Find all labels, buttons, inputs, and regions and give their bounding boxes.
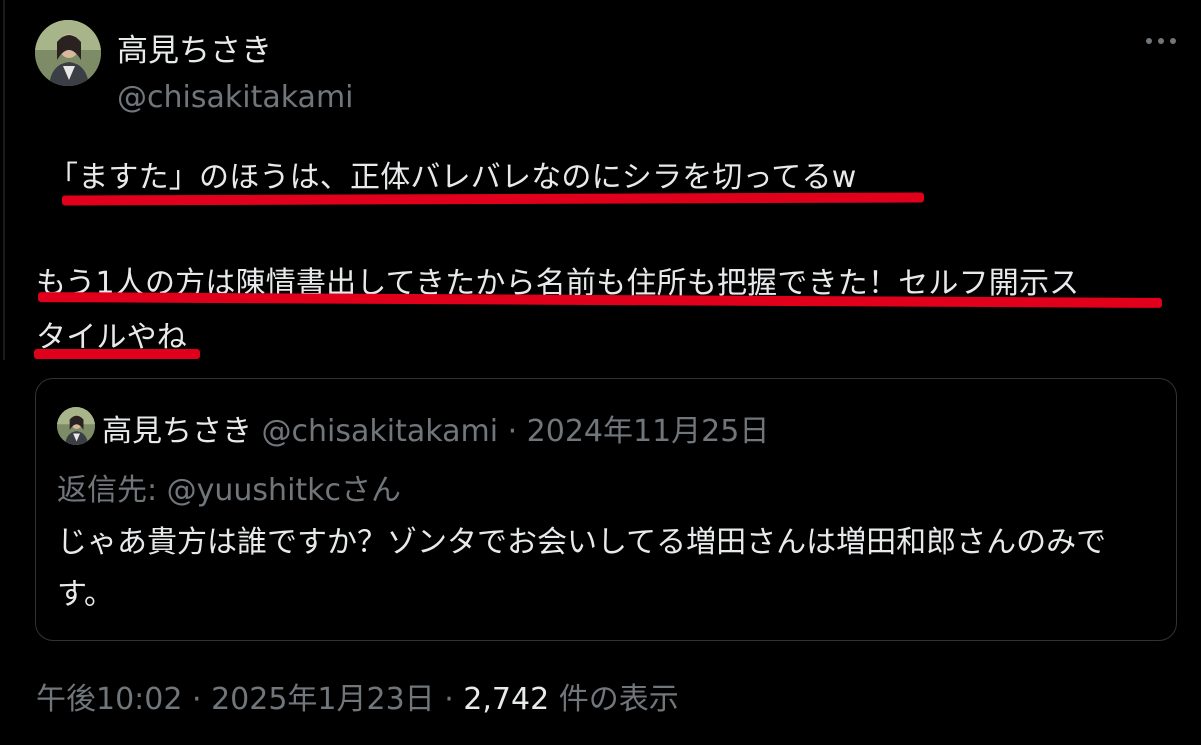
quoted-avatar: [57, 407, 95, 445]
quoted-text: じゃあ貴方は誰ですか？ゾンタでお会いしてる増田さんは増田和郎さんのみです。: [57, 525, 1107, 612]
quoted-reply-to: 返信先: @yuushitkcさん: [57, 473, 402, 508]
author-handle[interactable]: @chisakitakami: [117, 80, 354, 115]
dot: [1170, 38, 1176, 44]
quoted-tweet[interactable]: 高見ちさき @chisakitakami · 2024年11月25日 返信先: …: [35, 378, 1177, 641]
thread-line: [3, 0, 5, 360]
view-count: 2,742: [463, 682, 550, 717]
red-underline: [34, 349, 200, 359]
dot: [1146, 38, 1152, 44]
view-label: 件の表示: [549, 682, 679, 717]
author-name[interactable]: 高見ちさき: [117, 25, 272, 70]
more-horizontal-icon[interactable]: [1134, 24, 1188, 58]
red-underline: [61, 192, 925, 206]
tweet-timestamp[interactable]: 午後10:02 · 2025年1月23日 ·: [36, 682, 463, 717]
quoted-handle-date: @chisakitakami · 2024年11月25日: [261, 414, 770, 449]
avatar[interactable]: [35, 20, 101, 86]
profile-photo-icon: [35, 20, 101, 86]
tweet-text-line-1: 「ますた」のほうは、正体バレバレなのにシラを切ってるw: [48, 160, 857, 195]
quoted-header: 高見ちさき @chisakitakami · 2024年11月25日: [102, 406, 769, 450]
profile-photo-icon: [57, 407, 95, 445]
tweet-meta: 午後10:02 · 2025年1月23日 · 2,742 件の表示: [36, 674, 679, 718]
dot: [1158, 38, 1164, 44]
quoted-author-name: 高見ちさき: [102, 414, 252, 449]
